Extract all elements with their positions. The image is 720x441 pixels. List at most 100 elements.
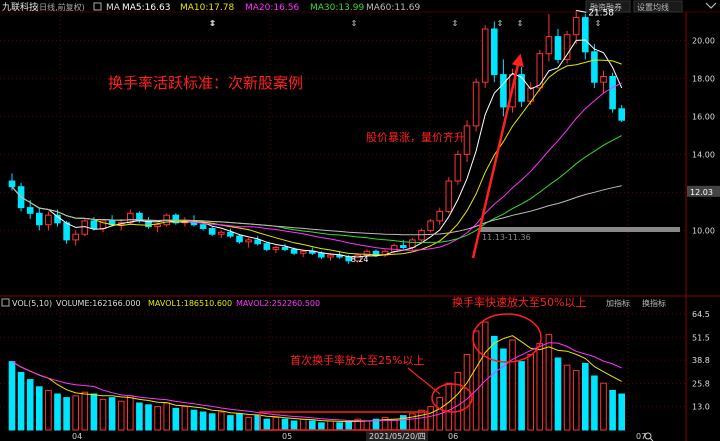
volume-bar: [582, 362, 589, 431]
volume-bar: [600, 382, 607, 431]
price-tick-label: 18.00: [692, 74, 715, 83]
event-marker-icon: ⇕: [517, 19, 524, 28]
high-price-label: 21.58: [588, 8, 614, 18]
replace-indicator-button[interactable]: 换指标: [642, 298, 666, 308]
candle: [218, 231, 225, 235]
volume-bar: [90, 393, 98, 431]
price-band: [480, 227, 680, 232]
volume-bar: [290, 420, 298, 431]
candle: [199, 224, 207, 229]
candle: [227, 231, 234, 237]
candle: [427, 220, 434, 231]
volume-value: VOLUME:162166.000: [56, 299, 141, 308]
volume-bar: [181, 406, 189, 431]
volume-bar: [208, 413, 216, 431]
volume-tick-label: 13.0: [692, 403, 710, 412]
volume-bar: [318, 422, 325, 431]
volume-bar: [272, 416, 280, 431]
volume-tick-label: 25.8: [692, 380, 710, 389]
volume-bar: [609, 389, 616, 431]
candle: [472, 81, 480, 127]
volume-bar: [127, 395, 134, 431]
vol-label: VOL(5,10): [12, 299, 52, 308]
candle: [245, 239, 252, 243]
mavol2-value: MAVOL2:252260.500: [236, 299, 320, 308]
volume-bar: [218, 411, 225, 431]
volume-bar: [527, 353, 535, 431]
candle: [263, 243, 271, 250]
price-tick-label: 20.00: [692, 36, 715, 45]
volume-bar: [518, 361, 525, 431]
volume-bar: [591, 375, 598, 431]
candle: [90, 220, 98, 229]
volume-bar: [491, 335, 498, 431]
ma60-value: MA60:11.69: [366, 3, 420, 13]
settings-button-label: 设置均线: [637, 2, 669, 12]
add-indicator-button[interactable]: 加指标: [606, 298, 630, 308]
candle: [618, 108, 626, 121]
mavol1-value: MAVOL1:186510.600: [148, 299, 232, 308]
candle: [154, 224, 161, 228]
volume-bar: [81, 391, 89, 431]
candle: [63, 222, 70, 241]
volume-bar: [363, 420, 371, 431]
volume-bar: [108, 397, 116, 431]
event-marker-icon: ⇕: [210, 19, 217, 28]
candle: [481, 28, 489, 83]
volume-tick-label: 64.5: [692, 310, 710, 319]
volume-bar: [99, 398, 107, 431]
candle: [8, 180, 16, 188]
candle: [290, 248, 298, 254]
volume-bar: [572, 370, 580, 431]
volume-bar: [245, 416, 252, 431]
volume-bar: [309, 420, 316, 431]
candle: [554, 36, 562, 60]
candle: [272, 247, 280, 250]
current-price-label: 12.03: [690, 188, 713, 197]
candle: [299, 250, 307, 254]
ma5-value: MA5:16.63: [122, 3, 170, 13]
low-price-label: 8.24: [351, 255, 369, 264]
price-tick-label: 16.00: [692, 112, 715, 121]
volume-bar: [36, 386, 43, 431]
volume-bar: [45, 389, 52, 431]
candle: [327, 254, 334, 258]
volume-bar: [545, 334, 553, 431]
volume-bar: [618, 393, 626, 431]
ma-label: MA: [106, 3, 121, 13]
volume-bar: [236, 413, 243, 431]
volume-bar: [17, 371, 25, 431]
candle: [36, 212, 43, 226]
price-tick-label: 10.00: [692, 226, 715, 235]
volume-bar: [117, 400, 125, 431]
volume-bar: [536, 343, 544, 431]
candle: [609, 76, 616, 110]
volume-bar: [481, 321, 489, 431]
candle: [582, 17, 589, 53]
candle: [400, 245, 407, 249]
candle: [45, 214, 52, 226]
chart-annotation-title: 换手率活跃标准：次新股案例: [108, 74, 303, 92]
volume-tick-label: 51.5: [692, 333, 710, 342]
ma10-value: MA10:17.78: [180, 3, 234, 13]
month-tick-label: 06: [448, 432, 458, 441]
turnover-50-note: 换手率快速放大至50%以上: [452, 295, 586, 309]
candle: [445, 180, 453, 212]
candle: [563, 34, 571, 60]
volume-bar: [299, 418, 307, 431]
candle: [26, 207, 34, 214]
volume-bar: [345, 420, 352, 431]
candle: [500, 74, 507, 108]
range-label: 11.13-11.36: [482, 233, 531, 242]
volume-bar: [199, 411, 207, 431]
candle: [390, 245, 398, 252]
volume-tick-label: 38.8: [692, 356, 710, 365]
candle: [281, 247, 289, 250]
candle: [72, 233, 80, 241]
candle: [591, 51, 598, 83]
candle: [491, 28, 498, 76]
candle: [463, 125, 471, 155]
stock-name: 九联科技: [2, 1, 38, 13]
event-marker-icon: ⇕: [595, 19, 602, 28]
candle: [208, 228, 216, 235]
